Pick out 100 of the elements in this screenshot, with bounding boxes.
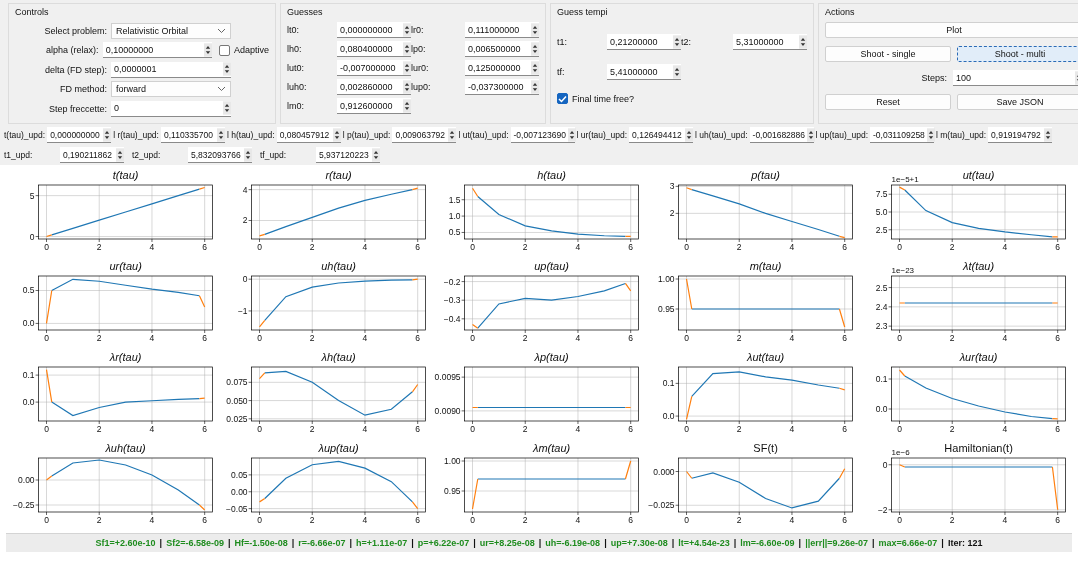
- action-button[interactable]: Shoot - multi: [957, 46, 1078, 62]
- spin-box[interactable]: 0,006500000: [465, 41, 539, 57]
- tick-label: 0: [257, 242, 263, 252]
- spin-box[interactable]: 0,080400000: [337, 41, 411, 57]
- separator: |: [671, 538, 675, 548]
- tick-label: 0.1: [22, 370, 35, 381]
- spin-box[interactable]: 0,080457912: [276, 127, 341, 143]
- tick-label: 2: [736, 242, 742, 252]
- tick-label: 0: [470, 242, 476, 252]
- tick-label: 4: [789, 242, 794, 252]
- tick-label: 2: [96, 515, 102, 525]
- spin-box[interactable]: 0,000000000: [47, 127, 112, 143]
- plot-title: m(tau): [749, 260, 782, 272]
- spin-box[interactable]: -0,007000000: [337, 60, 411, 76]
- spin-box[interactable]: 0,912600000: [337, 98, 411, 114]
- separator: |: [291, 538, 295, 548]
- tick-label: 3: [669, 181, 675, 192]
- plot-title: SF(t): [752, 442, 778, 454]
- spin-box[interactable]: 0,111000000: [465, 22, 539, 38]
- status-value: max=6.66e-07: [878, 538, 938, 548]
- spin-box[interactable]: 0,002860000: [337, 79, 411, 95]
- spin-box[interactable]: 0,126494412: [629, 127, 694, 143]
- spin-box[interactable]: 0,0000001: [111, 61, 231, 78]
- plot-title: λup(tau): [318, 442, 359, 454]
- spin-box[interactable]: 5,31000000: [733, 34, 807, 50]
- plot-title: t(tau): [112, 169, 139, 181]
- tick-label: 6: [202, 333, 208, 343]
- action-button[interactable]: Save JSON: [957, 94, 1078, 110]
- spin-box[interactable]: 0,919194792: [988, 127, 1053, 143]
- spin-box[interactable]: 5,41000000: [607, 64, 681, 80]
- tick-label: 2: [949, 333, 955, 343]
- tick-label: 6: [1055, 333, 1060, 343]
- field-label: Steps:: [921, 73, 947, 83]
- tick-label: 4: [1002, 242, 1008, 252]
- tick-label: 4: [362, 515, 368, 525]
- tick-label: −2: [877, 504, 888, 515]
- field-label: luh0:: [287, 82, 308, 92]
- field-label: l p(tau)_upd:: [342, 130, 391, 140]
- action-button[interactable]: Shoot - single: [825, 46, 951, 62]
- plot-title: uh(tau): [321, 260, 357, 272]
- group-title: Controls: [15, 7, 49, 17]
- action-button[interactable]: Plot: [825, 22, 1078, 38]
- field-label: t1_upd:: [4, 150, 34, 160]
- status-value: uh=-6.19e-08: [545, 538, 601, 548]
- tick-label: 2.3: [875, 321, 888, 332]
- status-value: Sf2=-6.58e-09: [166, 538, 224, 548]
- spin-box[interactable]: 0,009063792: [392, 127, 457, 143]
- tick-label: 1.00: [444, 456, 461, 466]
- tick-label: 4: [576, 424, 581, 434]
- status-value: p=+6.22e-07: [417, 538, 470, 548]
- tick-label: 1.0: [449, 211, 461, 222]
- field-label: lt0:: [287, 25, 300, 35]
- spin-box[interactable]: -0,031109258: [870, 127, 934, 143]
- spin-box[interactable]: 0: [111, 100, 231, 117]
- spin-box[interactable]: 100: [953, 70, 1078, 86]
- spin-box[interactable]: 0,190211862: [60, 147, 124, 163]
- status-value: lm=-6.60e-09: [740, 538, 795, 548]
- separator: |: [941, 538, 944, 548]
- tick-label: 0: [896, 424, 902, 434]
- tick-label: −0.05: [226, 503, 248, 514]
- action-button[interactable]: Reset: [825, 94, 951, 110]
- dropdown[interactable]: forward: [111, 81, 231, 97]
- tick-label: 6: [841, 333, 847, 343]
- tick-label: 6: [841, 242, 847, 252]
- tick-label: 2: [310, 424, 315, 434]
- tick-label: 4: [789, 424, 794, 434]
- tick-label: 2: [949, 424, 955, 434]
- spin-box[interactable]: 0,000000000: [337, 22, 411, 38]
- tick-label: 2: [310, 242, 315, 252]
- spin-box[interactable]: 0,125000000: [465, 60, 539, 76]
- spin-box[interactable]: 5,832093766: [188, 147, 252, 163]
- spin-box[interactable]: -0,037300000: [465, 79, 539, 95]
- dropdown[interactable]: Relativistic Orbital: [111, 22, 231, 39]
- tick-label: 6: [1055, 424, 1060, 434]
- spin-box[interactable]: 5,937120223: [316, 147, 380, 163]
- field-label: alpha (relax):: [45, 45, 99, 55]
- spin-box[interactable]: -0,001682886: [749, 127, 814, 143]
- tick-label: 6: [202, 515, 208, 525]
- tick-label: −0.3: [444, 295, 461, 306]
- spin-box[interactable]: 0,21200000: [607, 34, 681, 50]
- tick-label: 6: [415, 515, 421, 525]
- tick-label: 2: [243, 215, 248, 226]
- field-label: l r(tau)_upd:: [113, 130, 159, 140]
- tick-label: −0.025: [647, 500, 675, 511]
- field-label: l ur(tau)_upd:: [576, 130, 628, 140]
- separator: |: [349, 538, 353, 548]
- spin-box[interactable]: 0,110335700: [160, 127, 225, 143]
- tick-label: 0: [44, 424, 49, 434]
- tick-label: 6: [415, 242, 421, 252]
- spin-box[interactable]: -0,007123690: [510, 127, 575, 143]
- plot-title: λh(tau): [321, 351, 356, 363]
- tick-label: 2: [736, 515, 742, 525]
- tick-label: 0: [896, 515, 902, 525]
- field-label: l ut(tau)_upd:: [458, 130, 509, 140]
- plot-title: λm(tau): [533, 442, 571, 454]
- field-label: l h(tau)_upd:: [226, 130, 275, 140]
- spin-box[interactable]: 0,10000000: [102, 42, 212, 58]
- tick-label: 4: [362, 424, 368, 434]
- tick-label: 0.0: [22, 397, 35, 408]
- plot-title: λt(tau): [962, 260, 994, 272]
